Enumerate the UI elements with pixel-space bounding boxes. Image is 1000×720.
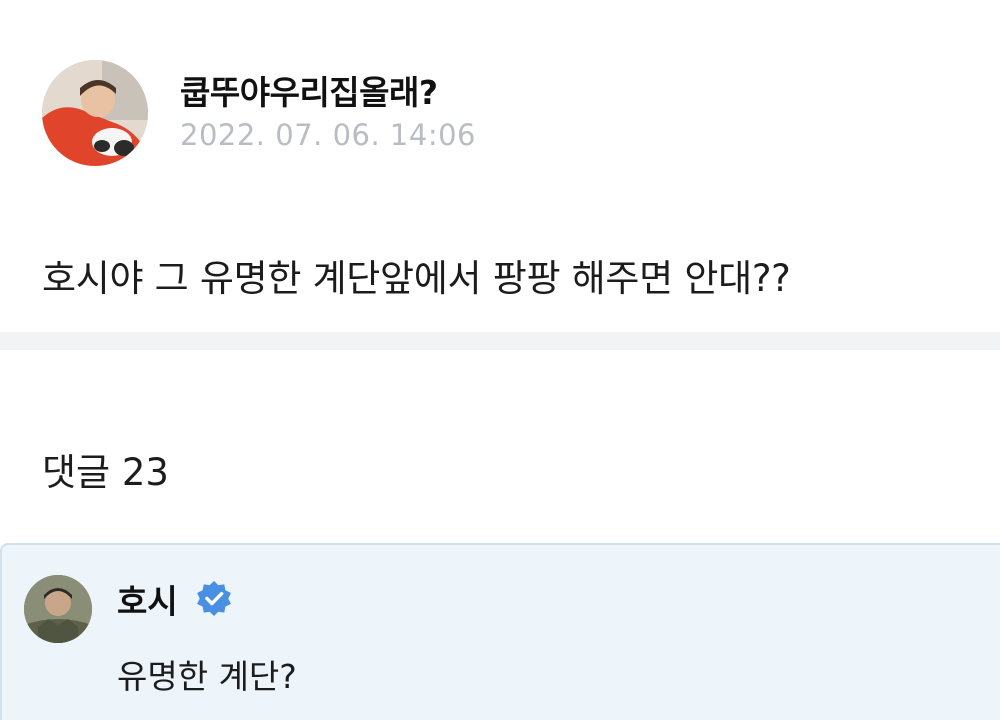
comment-avatar-photo: [24, 575, 92, 643]
comments-count-header: 댓글 23: [42, 451, 169, 494]
post-header: 쿱뚜야우리집올래? 2022. 07. 06. 14:06: [42, 60, 942, 170]
post-timestamp: 2022. 07. 06. 14:06: [180, 118, 476, 152]
post-body-text: 호시야 그 유명한 계단앞에서 팡팡 해주면 안대??: [42, 257, 791, 300]
comment-text: 유명한 계단?: [117, 657, 297, 696]
section-divider: [0, 332, 1000, 350]
verified-badge-icon: [197, 580, 231, 617]
author-avatar-photo: [42, 60, 148, 166]
author-avatar[interactable]: [42, 60, 148, 166]
author-name[interactable]: 쿱뚜야우리집올래?: [180, 66, 438, 114]
comment-item[interactable]: 호시 유명한 계단?: [0, 543, 1000, 720]
comment-author-avatar[interactable]: [24, 575, 92, 643]
comment-author-name[interactable]: 호시: [117, 575, 178, 623]
